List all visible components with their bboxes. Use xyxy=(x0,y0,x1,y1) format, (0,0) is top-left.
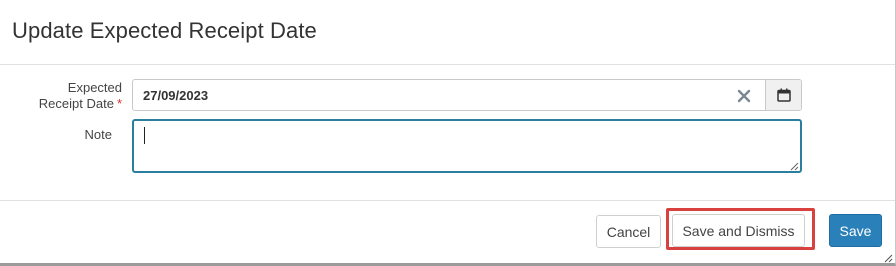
footer-divider xyxy=(0,200,895,201)
clear-date-button[interactable] xyxy=(733,85,755,107)
required-marker: * xyxy=(116,96,122,111)
text-caret xyxy=(144,127,145,144)
expected-date-value[interactable]: 27/09/2023 xyxy=(143,88,208,103)
resize-grip-icon[interactable] xyxy=(788,160,799,171)
close-icon[interactable] xyxy=(737,89,751,103)
dialog-header: Update Expected Receipt Date xyxy=(0,0,895,65)
update-receipt-date-dialog: Update Expected Receipt Date Expected Re… xyxy=(0,0,896,266)
calendar-button[interactable] xyxy=(765,80,801,110)
dialog-title: Update Expected Receipt Date xyxy=(12,18,317,43)
expected-date-label: Expected Receipt Date * xyxy=(20,80,122,112)
save-button[interactable]: Save xyxy=(829,214,882,247)
save-and-dismiss-button[interactable]: Save and Dismiss xyxy=(672,214,805,247)
dialog-resize-icon[interactable] xyxy=(884,254,893,263)
note-label: Note xyxy=(84,127,112,142)
cancel-button[interactable]: Cancel xyxy=(596,215,661,248)
expected-date-input[interactable]: 27/09/2023 xyxy=(132,79,802,111)
expected-date-label-line1: Expected xyxy=(67,80,122,95)
calendar-icon[interactable] xyxy=(776,88,791,102)
expected-date-label-line2: Receipt Date xyxy=(38,96,114,111)
note-textarea[interactable] xyxy=(132,119,802,173)
